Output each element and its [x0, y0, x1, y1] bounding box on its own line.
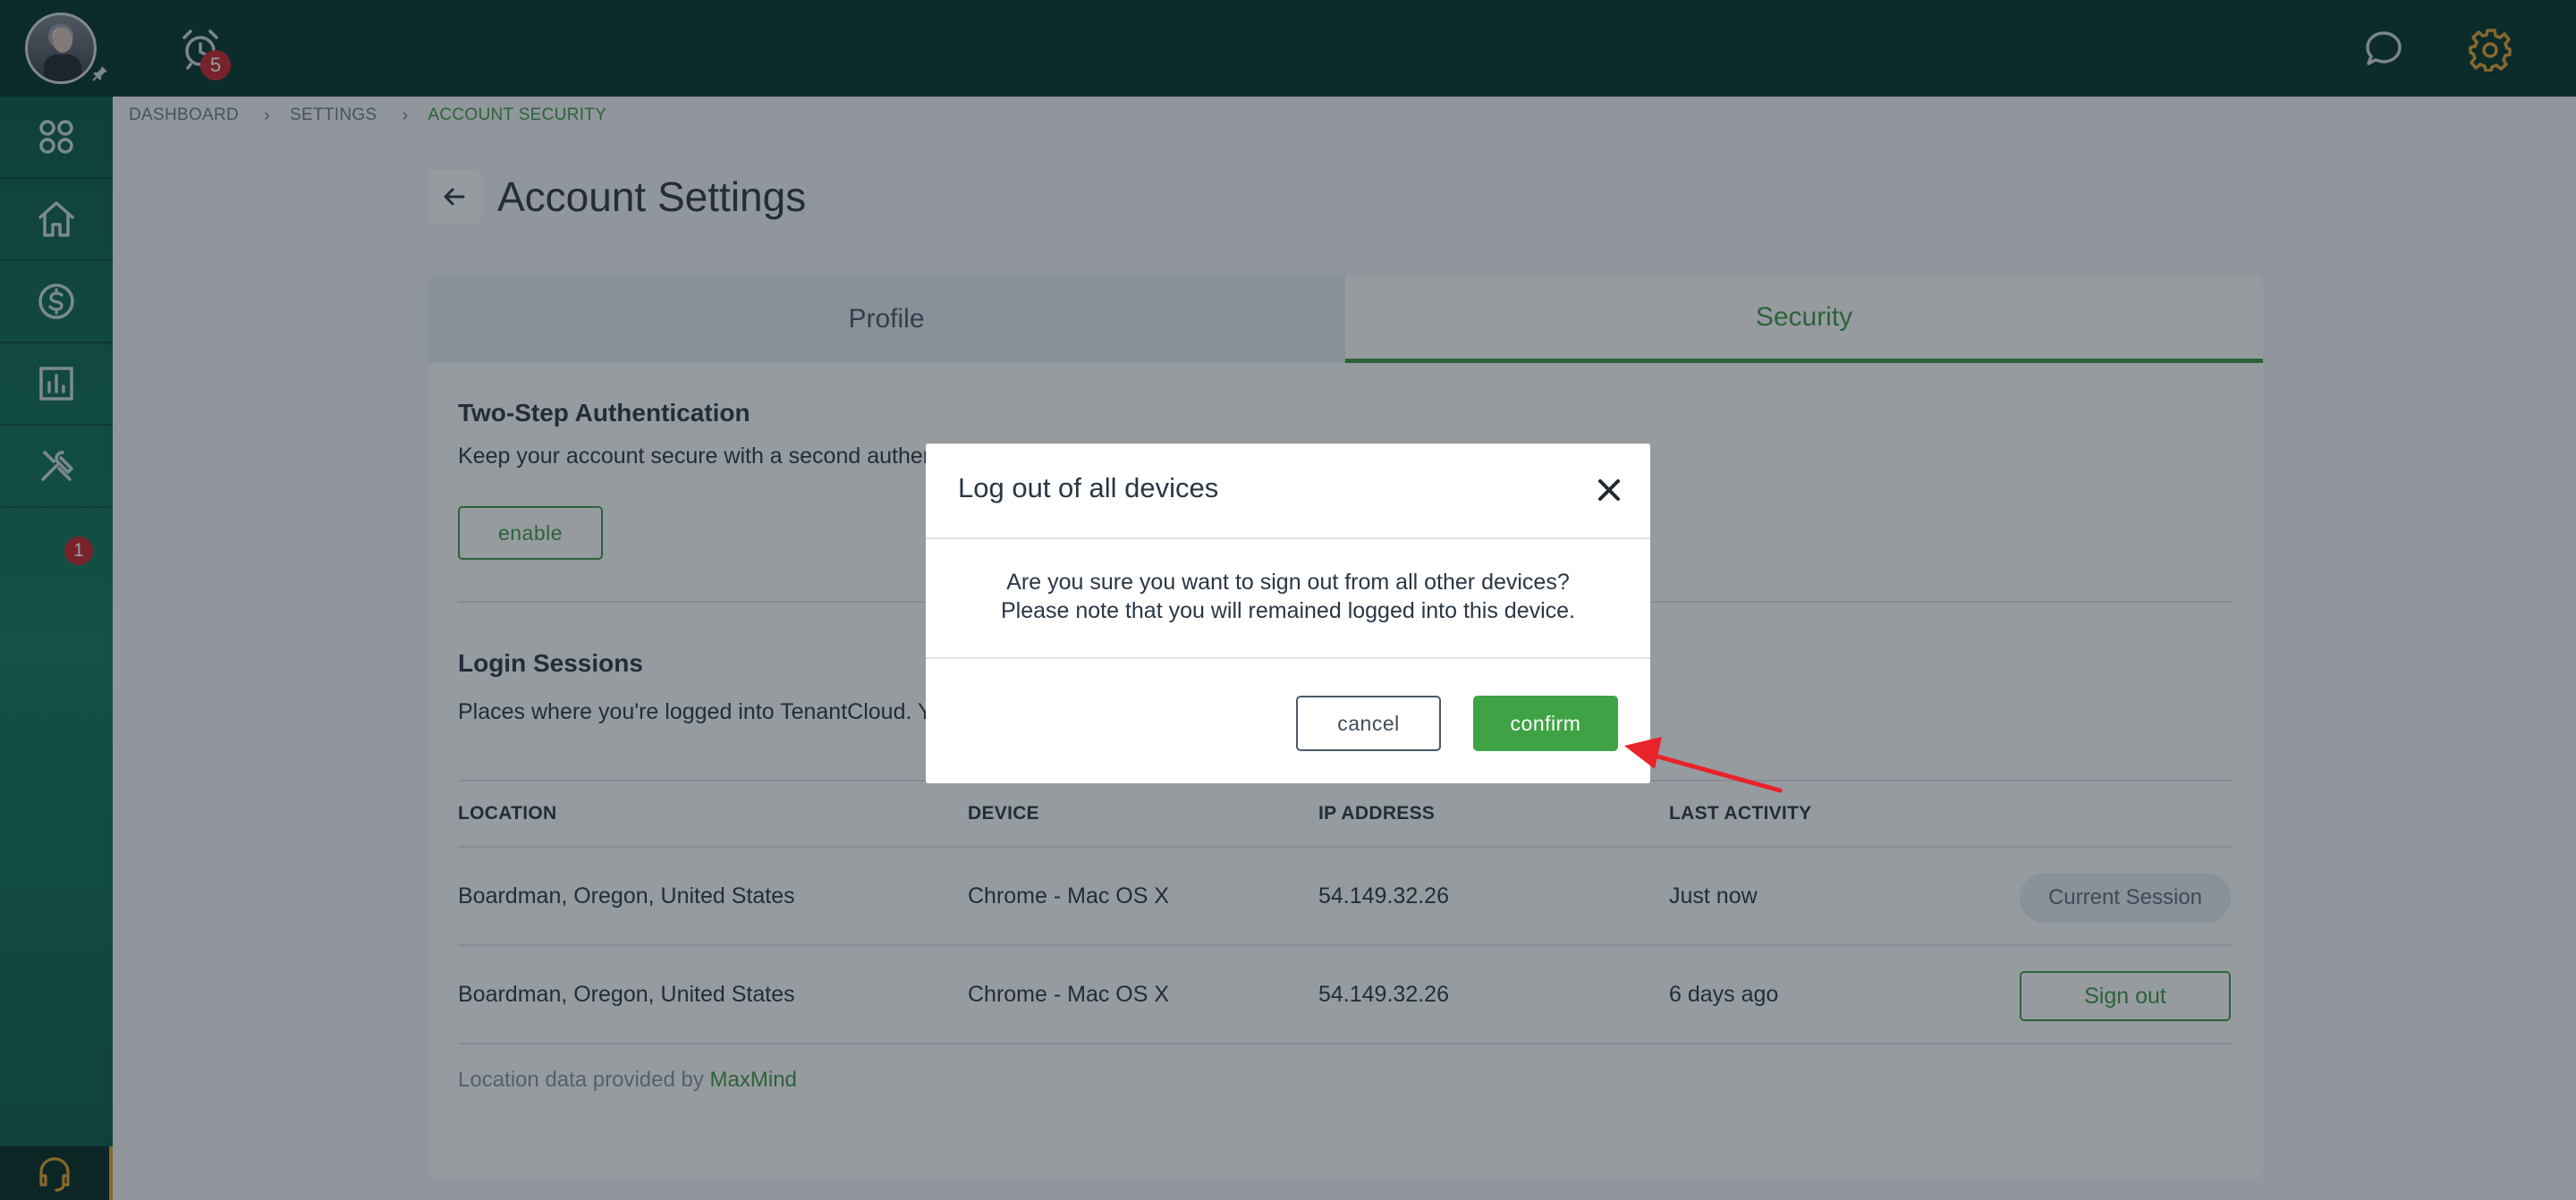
- confirm-button[interactable]: confirm: [1473, 696, 1618, 751]
- modal-message-line-1: Are you sure you want to sign out from a…: [1006, 570, 1570, 595]
- modal-body: Are you sure you want to sign out from a…: [926, 541, 1650, 659]
- modal-title: Log out of all devices: [958, 472, 1219, 503]
- close-icon[interactable]: [1591, 472, 1627, 508]
- modal-header: Log out of all devices: [926, 444, 1650, 539]
- cancel-button[interactable]: cancel: [1296, 696, 1441, 751]
- modal-message-line-2: Please note that you will remained logge…: [1000, 598, 1576, 623]
- annotation-arrow-icon: [1624, 737, 1783, 793]
- logout-all-modal: Log out of all devices Are you sure you …: [926, 444, 1650, 783]
